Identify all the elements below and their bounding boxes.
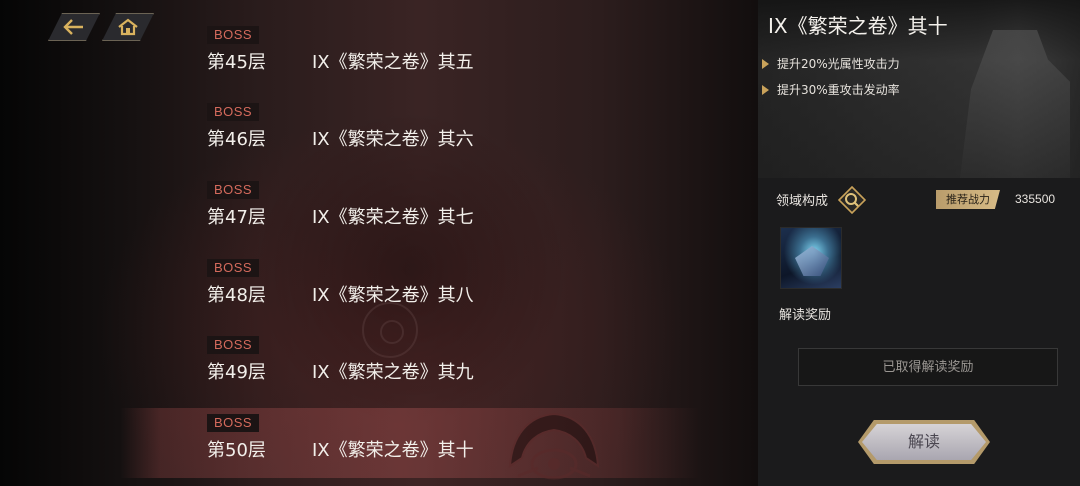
floor-list-area: BOSS 第45层 IX《繁荣之卷》其五 BOSS 第46层 IX《繁荣之卷》其…	[0, 0, 758, 486]
floor-number: 第45层	[207, 52, 266, 73]
background-machine-art	[960, 30, 1070, 178]
triangle-bullet-icon	[762, 84, 769, 95]
magnifier-icon	[837, 185, 867, 215]
floor-row-50-selected[interactable]: BOSS 第50层 IX《繁荣之卷》其十	[0, 408, 758, 478]
floor-row-49[interactable]: BOSS 第49层 IX《繁荣之卷》其九	[0, 330, 758, 400]
recommended-power-badge: 推荐战力	[936, 190, 1000, 209]
boss-badge: BOSS	[207, 336, 259, 354]
floor-stage-name: IX《繁荣之卷》其五	[312, 52, 474, 73]
floor-row-48[interactable]: BOSS 第48层 IX《繁荣之卷》其八	[0, 253, 758, 323]
triangle-bullet-icon	[762, 58, 769, 69]
floor-stage-name: IX《繁荣之卷》其七	[312, 207, 474, 228]
boss-badge: BOSS	[207, 414, 259, 432]
panel-title: IX《繁荣之卷》其十	[768, 14, 948, 38]
domain-composition-label: 领域构成	[776, 194, 829, 209]
reward-item-thumbnail[interactable]	[780, 227, 842, 289]
boss-emblem-icon	[508, 412, 600, 480]
domain-inspect-button[interactable]	[837, 185, 867, 215]
boss-badge: BOSS	[207, 181, 259, 199]
floor-row-47[interactable]: BOSS 第47层 IX《繁荣之卷》其七	[0, 175, 758, 245]
floor-stage-name: IX《繁荣之卷》其八	[312, 285, 474, 306]
recommended-power-value: 335500	[1015, 192, 1056, 206]
boss-badge: BOSS	[207, 26, 259, 44]
reward-claimed-status: 已取得解读奖励	[798, 348, 1058, 386]
boss-badge: BOSS	[207, 259, 259, 277]
floor-number: 第50层	[207, 440, 266, 461]
floor-number: 第49层	[207, 362, 266, 383]
floor-number: 第47层	[207, 207, 266, 228]
decode-button[interactable]: 解读	[862, 424, 986, 460]
buff-item: 提升20%光属性攻击力	[762, 55, 900, 72]
floor-number: 第46层	[207, 129, 266, 150]
buff-text: 提升20%光属性攻击力	[777, 57, 900, 71]
floor-row-46[interactable]: BOSS 第46层 IX《繁荣之卷》其六	[0, 97, 758, 167]
floor-stage-name: IX《繁荣之卷》其九	[312, 362, 474, 383]
floor-stage-name: IX《繁荣之卷》其六	[312, 129, 474, 150]
boss-badge: BOSS	[207, 103, 259, 121]
buff-item: 提升30%重攻击发动率	[762, 81, 900, 98]
stage-detail-panel: IX《繁荣之卷》其十 提升20%光属性攻击力 提升30%重攻击发动率 领域构成 …	[758, 0, 1080, 486]
buff-text: 提升30%重攻击发动率	[777, 83, 900, 97]
floor-row-45[interactable]: BOSS 第45层 IX《繁荣之卷》其五	[0, 20, 758, 90]
reward-label: 解读奖励	[779, 308, 832, 323]
floor-stage-name: IX《繁荣之卷》其十	[312, 440, 474, 461]
floor-number: 第48层	[207, 285, 266, 306]
stage-preview-image: IX《繁荣之卷》其十 提升20%光属性攻击力 提升30%重攻击发动率	[758, 0, 1080, 178]
